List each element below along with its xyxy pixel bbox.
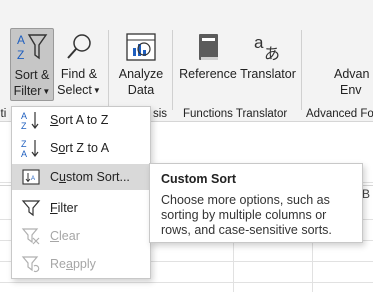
clear-filter-icon (12, 226, 50, 246)
sort-filter-label-1: Sort & (14, 68, 50, 82)
group-separator (172, 30, 173, 110)
svg-text:Z: Z (17, 48, 24, 62)
advanced-label-1: Advan (334, 67, 370, 81)
svg-text:A: A (21, 111, 27, 121)
group-label-functions-translator: Functions Translator (183, 108, 288, 120)
svg-text:あ: あ (264, 44, 280, 63)
menu-item-clear[interactable]: Clear (12, 223, 150, 249)
menu-item-filter[interactable]: Filter (12, 195, 150, 221)
column-header-partial: B (362, 187, 371, 201)
find-select-label-2: Select (57, 83, 92, 97)
group-separator (108, 30, 109, 110)
book-icon (193, 28, 223, 66)
translator-button[interactable]: a あ Translator (240, 28, 296, 88)
ribbon: iti A Z Sort & Filter▼ Find & Select▼ (0, 0, 373, 122)
sort-filter-icon: A Z (15, 29, 49, 67)
translator-label: Translator (240, 67, 296, 81)
reference-label: Reference (179, 67, 237, 81)
svg-text:a: a (254, 33, 264, 52)
advanced-icon (334, 28, 373, 66)
svg-text:Z: Z (21, 121, 27, 130)
chevron-down-icon: ▼ (92, 86, 101, 95)
find-select-button[interactable]: Find & Select▼ (56, 28, 102, 101)
magnifier-icon (63, 28, 95, 66)
custom-sort-tooltip: Custom Sort Choose more options, such as… (149, 163, 363, 243)
svg-text:A: A (17, 33, 25, 47)
sort-z-to-a-icon: Z A (12, 138, 50, 158)
custom-sort-icon: A (12, 167, 50, 187)
tooltip-body: Choose more options, such as sorting by … (161, 193, 332, 237)
sort-a-to-z-icon: A Z (12, 110, 50, 130)
reference-button[interactable]: Reference (179, 28, 237, 88)
menu-item-custom-sort[interactable]: A Custom Sort... (12, 164, 150, 190)
svg-text:A: A (21, 149, 27, 158)
translator-icon: a あ (251, 28, 285, 66)
group-label-analysis: sis (153, 108, 168, 120)
sort-filter-button[interactable]: A Z Sort & Filter▼ (10, 28, 54, 101)
group-separator (301, 30, 302, 110)
group-label-advanced: Advanced Fo (306, 108, 373, 120)
grid-line (0, 282, 373, 283)
group-label-partial: iti (0, 108, 7, 120)
svg-text:A: A (31, 176, 35, 182)
reapply-filter-icon (12, 254, 50, 274)
analyze-data-label-2: Data (127, 83, 155, 97)
chevron-down-icon: ▼ (42, 87, 51, 96)
svg-text:Z: Z (21, 139, 27, 149)
menu-item-sort-z-to-a[interactable]: Z A Sort Z to A (12, 135, 150, 161)
advanced-label-2: Env (340, 83, 362, 97)
analyze-data-button[interactable]: Analyze Data (116, 28, 166, 101)
analyze-data-label-1: Analyze (118, 67, 164, 81)
find-select-label-1: Find & (60, 67, 98, 81)
menu-item-reapply[interactable]: Reapply (12, 251, 150, 277)
menu-item-sort-a-to-z[interactable]: A Z Sort A to Z (12, 107, 150, 133)
filter-icon (12, 198, 50, 218)
analyze-data-icon (124, 28, 158, 66)
tooltip-title: Custom Sort (161, 172, 236, 186)
advanced-button[interactable]: Advan Env (334, 28, 373, 101)
sort-filter-menu: A Z Sort A to Z Z A Sort Z to A A Custom… (11, 106, 151, 279)
sort-filter-label-2: Filter (13, 84, 42, 98)
